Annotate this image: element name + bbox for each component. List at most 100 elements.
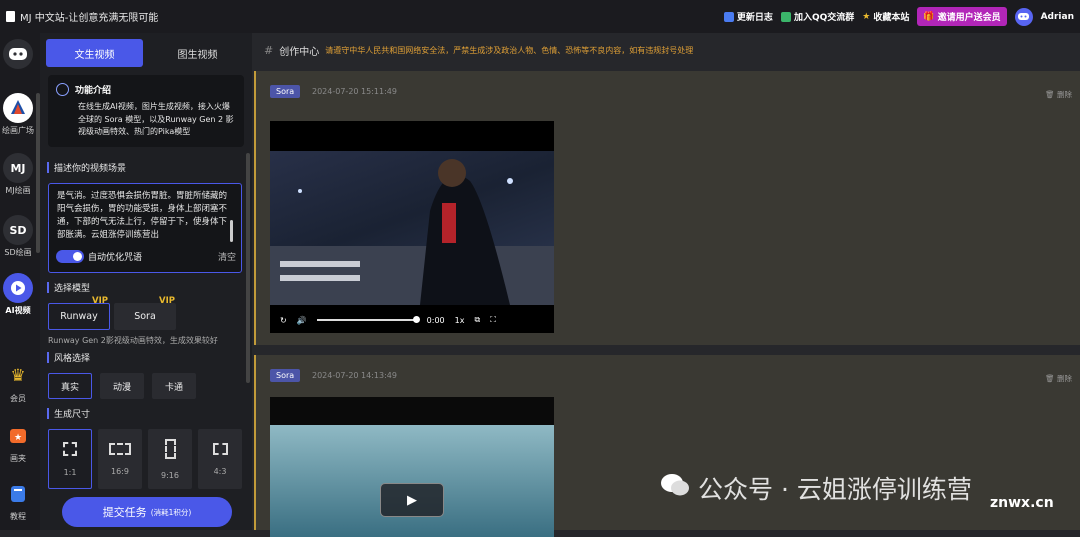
bookmark-link[interactable]: ★ 收藏本站 [862,10,910,24]
page-title: 创作中心 [279,46,320,58]
rail-label-sd: SD绘画 [4,248,32,257]
scene-title-text: 描述你的视频场景 [54,164,127,174]
style-realistic-button[interactable]: 真实 [48,373,92,399]
style-section-title: 风格选择 [47,351,90,364]
volume-icon[interactable]: 🔊 [297,316,307,325]
video-time: 0:00 [426,315,445,325]
username[interactable]: Adrian [1041,12,1074,22]
delete-button[interactable]: 🗑 删除 [1045,89,1072,100]
tab-image-to-video[interactable]: 图生视频 [149,39,246,67]
size-label: 1:1 [63,467,77,477]
clear-button[interactable]: 清空 [218,250,236,263]
style-anime-button[interactable]: 动漫 [100,373,144,399]
tall-frame-icon [164,438,176,459]
size-section-title: 生成尺寸 [47,407,90,420]
intro-box: 功能介绍 在线生成AI视频，图片生成视频，接入火爆全球的 Sora 模型，以及R… [48,75,244,147]
video-progress-bar[interactable] [316,316,420,323]
pip-icon[interactable]: ⧉ [474,315,480,325]
discord-icon [3,39,33,69]
model-tag: Sora [270,369,301,382]
delete-label: 删除 [1057,90,1072,99]
changelog-link[interactable]: 更新日志 [723,10,773,23]
rail-label-gallery: 绘画广场 [2,126,34,135]
rail-label-folder: 画夹 [10,454,26,463]
mj-badge-icon: MJ [3,153,33,183]
hash-icon: # [264,43,274,57]
bookmark-label: 收藏本站 [873,13,910,23]
wechat-icon [660,472,690,504]
discord-icon [1018,13,1030,20]
delete-label: 删除 [1057,374,1072,383]
video-player[interactable]: ↻ 🔊 0:00 1x ⧉ ⛶ [270,121,554,333]
folder-icon: ★ [3,421,33,451]
rail-label-tutorial: 教程 [10,512,26,521]
size-9-16-button[interactable]: 9:16 [148,429,192,489]
invite-button[interactable]: 🎁 邀请用户送会员 [917,7,1007,26]
panel-scrollbar[interactable] [246,153,250,383]
play-circle-icon [3,273,33,303]
wide-frame-icon [109,442,131,455]
size-16-9-button[interactable]: 16:9 [98,429,142,489]
book-icon [3,479,33,509]
submit-cost: (消耗1积分) [150,507,192,517]
top-bar: MJ 中文站-让创意充满无限可能 更新日志 加入QQ交流群 ★ 收藏本站 🎁 邀… [0,0,1080,33]
video-player[interactable]: ▶ [270,397,554,537]
rail-label-video: AI视频 [5,306,31,315]
square-frame-icon [63,441,77,456]
model-title-text: 选择模型 [54,284,91,294]
star-icon: ★ [862,11,871,22]
video-thumbnail [270,425,554,537]
fullscreen-icon[interactable]: ⛶ [490,315,496,325]
style-cartoon-button[interactable]: 卡通 [152,373,196,399]
replay-icon[interactable]: ↻ [280,316,287,325]
size-4-3-button[interactable]: 4:3 [198,429,242,489]
join-qq-link[interactable]: 加入QQ交流群 [780,10,854,23]
size-label: 4:3 [213,466,227,476]
video-controls: ↻ 🔊 0:00 1x ⧉ ⛶ [270,307,554,333]
watermark: 公众号 · 云姐涨停训练营 [660,470,972,506]
video-card: Sora 2024-07-20 15:11:49 🗑 删除 ↻ 🔊 0:00 1… [254,71,1080,345]
smile-icon [56,83,69,96]
landscape-frame-icon [212,442,228,455]
avatar[interactable] [1014,7,1033,26]
watermark-site: znwx.cn [990,495,1054,511]
rail-item-video[interactable]: AI视频 [0,273,36,316]
video-frame [270,151,554,305]
intro-title: 功能介绍 [75,86,112,96]
rail-item-tutorial[interactable]: 教程 [0,479,36,522]
auto-optimize-toggle[interactable] [56,250,84,263]
notice-text: 请遵守中华人民共和国网络安全法，严禁生成涉及政治人物、色情、恐怖等不良内容，如有… [325,45,694,55]
delete-button[interactable]: 🗑 删除 [1045,373,1072,384]
submit-label: 提交任务 [102,506,147,519]
mode-tabs: 文生视频 图生视频 [46,39,246,67]
rail-item-mj[interactable]: MJ MJ绘画 [0,153,36,196]
size-1-1-button[interactable]: 1:1 [48,429,92,489]
rail-item-gallery[interactable]: 绘画广场 [0,93,36,136]
model-section-title: 选择模型 [47,281,90,294]
rail-item-discord[interactable] [0,39,36,71]
rail-item-folder[interactable]: ★ 画夹 [0,421,36,464]
tab-text-to-video[interactable]: 文生视频 [46,39,143,67]
style-title-text: 风格选择 [54,354,91,364]
rail-item-sd[interactable]: SD SD绘画 [0,215,36,258]
sd-badge-icon: SD [3,215,33,245]
card-date: 2024-07-20 14:13:49 [312,371,397,380]
video-scene-image [270,159,554,305]
submit-button[interactable]: 提交任务 (消耗1积分) [62,497,232,527]
prompt-scrollbar[interactable] [230,220,233,242]
card-date: 2024-07-20 15:11:49 [312,87,397,96]
model-runway-button[interactable]: Runway [48,303,110,330]
app-title: MJ 中文站-让创意充满无限可能 [6,9,158,24]
gallery-logo-icon [3,93,33,123]
playback-speed[interactable]: 1x [455,316,465,325]
chat-icon [780,11,791,22]
rail-label-member: 会员 [10,394,26,403]
play-button[interactable]: ▶ [380,483,444,517]
size-title-text: 生成尺寸 [54,410,91,420]
intro-text: 在线生成AI视频，图片生成视频，接入火爆全球的 Sora 模型，以及Runway… [78,102,234,136]
changelog-icon [723,11,734,22]
model-sora-button[interactable]: Sora [114,303,176,330]
svg-text:★: ★ [14,433,22,443]
rail-item-member[interactable]: ♛ 会员 [0,361,36,404]
app-title-text: MJ 中文站-让创意充满无限可能 [20,13,159,24]
